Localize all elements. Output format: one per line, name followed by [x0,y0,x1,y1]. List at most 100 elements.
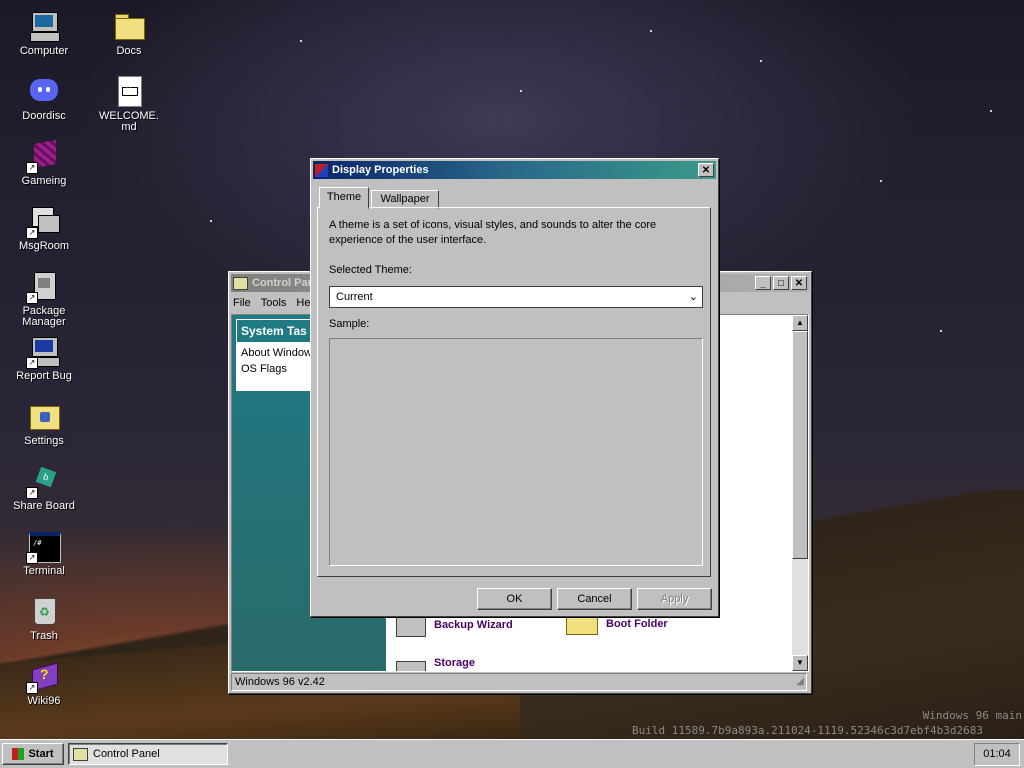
shortcut-arrow-icon: ↗ [26,227,38,239]
desktop-icon-label: Terminal [23,565,65,577]
menu-file[interactable]: File [233,297,251,309]
shortcut-arrow-icon: ↗ [26,162,38,174]
desktop-icon-label: Wiki96 [27,695,61,707]
desktop-icon-label: Share Board [13,500,75,512]
watermark-line2: Build 11589.7b9a893a.211024-1119.52346c3… [632,724,983,737]
status-bar: Windows 96 v2.42 ◢ [231,673,807,691]
desktop-icon-label: MsgRoom [18,240,70,252]
selected-theme-label: Selected Theme: [329,264,412,276]
theme-description: A theme is a set of icons, visual styles… [329,219,657,246]
folder-icon [113,10,145,42]
msgroom-icon: ↗ [26,205,60,239]
shortcut-arrow-icon: ↗ [26,487,38,499]
maximize-button[interactable]: □ [773,276,789,290]
desktop-icon-label: Report Bug [16,370,72,382]
scroll-up-button[interactable]: ▲ [792,315,808,331]
star [650,30,652,32]
start-label: Start [28,748,54,760]
star [990,110,992,112]
menu-tools[interactable]: Tools [261,297,287,309]
star [210,220,212,222]
desktop-icon-msgroom[interactable]: ↗ MsgRoom [8,205,80,252]
start-button[interactable]: Start [2,743,64,765]
vertical-scrollbar[interactable]: ▲ ▼ [792,315,808,671]
desktop-icon-trash[interactable]: ♻ Trash [8,595,80,642]
desktop-icon-wiki96[interactable]: ? ↗ Wiki96 [8,660,80,707]
settings-folder-icon [28,400,60,432]
desktop-icon-settings[interactable]: Settings [8,400,80,447]
desktop-icon-label: Trash [30,630,58,642]
theme-sample-preview [329,338,703,566]
taskbar-button-control-panel[interactable]: Control Panel [68,743,228,765]
desktop-icon-terminal[interactable]: /# ↗ Terminal [8,530,80,577]
share-board-icon: b ↗ [26,465,60,499]
cancel-button[interactable]: Cancel [557,588,632,610]
task-label: Control Panel [93,748,160,760]
resize-grip-icon[interactable]: ◢ [796,674,804,690]
ok-button[interactable]: OK [477,588,552,610]
display-properties-icon [315,163,328,177]
desktop-icon-report-bug[interactable]: ↗ Report Bug [8,335,80,382]
computer-icon [28,10,60,42]
item-storage[interactable]: Storage [396,657,475,671]
theme-select[interactable]: Current ⌄ [329,286,703,308]
desktop-icon-computer[interactable]: Computer [8,10,80,57]
build-watermark: Windows 96 main Build 11589.7b9a893a.211… [632,708,1022,738]
cube-icon: ↗ [26,140,60,174]
scroll-thumb[interactable] [792,331,808,559]
theme-select-value: Current [336,291,373,303]
minimize-button[interactable]: _ [755,276,771,290]
display-properties-window[interactable]: Display Properties ✕ Theme Wallpaper A t… [310,158,719,617]
cancel-label: Cancel [577,593,612,605]
display-properties-title: Display Properties [332,164,429,176]
desktop-icon-docs[interactable]: Docs [93,10,165,57]
menu-help[interactable]: He [296,297,310,309]
star [760,60,762,62]
close-button[interactable]: ✕ [791,276,807,290]
tab-label: Wallpaper [380,193,430,205]
desktop-icon-share-board[interactable]: b ↗ Share Board [8,465,80,512]
status-text: Windows 96 v2.42 [235,676,325,688]
desktop-icon-label: Docs [116,45,142,57]
desktop-icon-label: Gameing [21,175,67,187]
desktop-icon-label: Doordisc [22,110,66,122]
item-label: Backup Wizard [434,619,513,631]
apply-button[interactable]: Apply [637,588,712,610]
close-button[interactable]: ✕ [698,163,714,177]
chevron-down-icon[interactable]: ⌄ [689,290,698,303]
desktop-icon-gameing[interactable]: ↗ Gameing [8,140,80,187]
tab-theme[interactable]: Theme [319,187,369,209]
taskbar: Start Control Panel 01:04 [0,739,1024,768]
sample-label: Sample: [329,318,370,330]
ok-label: OK [506,593,523,605]
shortcut-arrow-icon: ↗ [26,682,38,694]
system-tray: 01:04 [974,743,1020,766]
desktop-icon-doordisc[interactable]: Doordisc [8,75,80,122]
markdown-file-icon: M↓ [113,75,145,107]
desktop-icon-welcome[interactable]: M↓ WELCOME.md [93,75,165,133]
star [520,90,522,92]
help-book-icon: ? ↗ [26,660,60,694]
control-panel-icon [73,747,88,761]
star [940,330,942,332]
control-panel-icon [233,276,248,290]
shortcut-arrow-icon: ↗ [26,552,38,564]
scroll-down-button[interactable]: ▼ [792,655,808,671]
display-properties-titlebar[interactable]: Display Properties ✕ [313,161,716,179]
desktop-icon-label: WELCOME.md [99,110,159,133]
clock[interactable]: 01:04 [983,748,1011,760]
item-label: Storage [434,657,475,669]
windows-logo-icon [12,748,25,760]
trash-icon: ♻ [28,595,60,627]
apply-label: Apply [660,593,689,605]
desktop-icon-package-manager[interactable]: ↗ Package Manager [8,270,80,328]
package-icon: ↗ [26,270,60,304]
star [300,40,302,42]
shortcut-arrow-icon: ↗ [26,292,38,304]
desktop-icon-label: Settings [24,435,64,447]
shortcut-arrow-icon: ↗ [26,357,38,369]
star [880,180,882,182]
terminal-icon: /# ↗ [26,530,61,564]
item-label: Boot Folder [606,618,668,630]
desktop-icon-label: Package Manager [22,305,66,328]
